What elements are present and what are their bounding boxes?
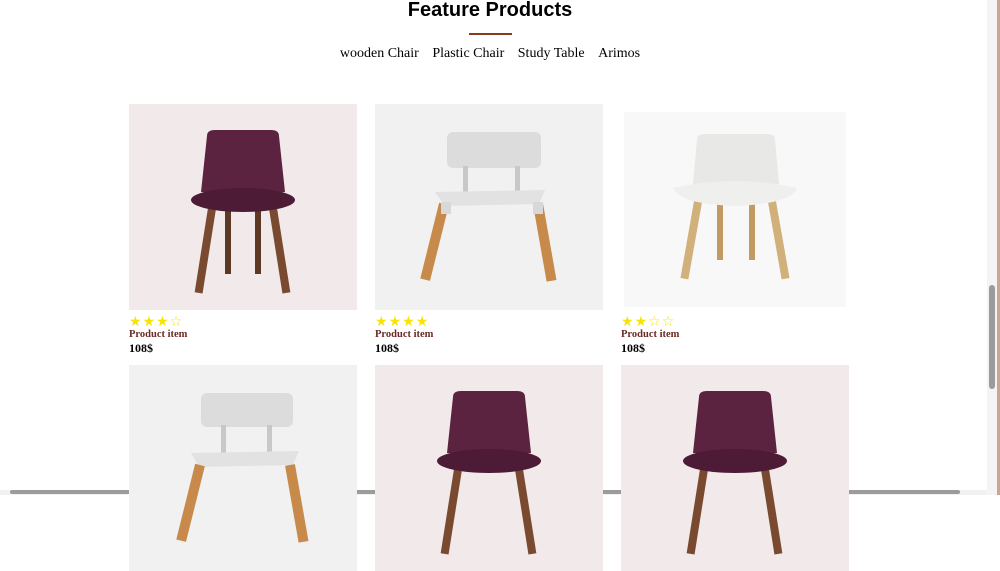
product-card[interactable] (621, 365, 849, 571)
product-card[interactable] (129, 365, 357, 571)
product-price: 108$ (375, 341, 399, 355)
tab-plastic-chair[interactable]: Plastic Chair (432, 46, 504, 61)
star-filled-icon: ★ (415, 314, 429, 330)
purple-upholstered-chair-icon (437, 391, 541, 555)
rating-stars: ★★★★ (375, 314, 603, 330)
star-filled-icon: ★ (129, 314, 142, 330)
star-empty-icon: ☆ (169, 314, 183, 330)
product-image[interactable] (621, 365, 849, 571)
product-price: 108$ (129, 341, 153, 355)
vertical-scrollbar-thumb[interactable] (989, 285, 995, 389)
star-filled-icon: ★ (402, 314, 415, 330)
vertical-scrollbar[interactable] (987, 0, 997, 495)
star-empty-icon: ☆ (661, 314, 675, 330)
product-name[interactable]: Product item (621, 329, 849, 340)
star-filled-icon: ★ (621, 314, 634, 330)
purple-upholstered-chair-icon (191, 130, 295, 294)
tab-study-table[interactable]: Study Table (518, 46, 585, 61)
product-image[interactable] (129, 365, 357, 571)
star-filled-icon: ★ (634, 314, 648, 330)
product-card[interactable]: ★★☆☆ Product item 108$ (621, 104, 849, 356)
product-name[interactable]: Product item (129, 329, 357, 340)
star-filled-icon: ★ (156, 314, 169, 330)
rating-stars: ★★☆☆ (621, 314, 849, 330)
white-wood-chair-icon (420, 132, 557, 282)
tab-wooden-chair[interactable]: wooden Chair (340, 46, 419, 61)
product-image[interactable] (375, 104, 603, 310)
star-filled-icon: ★ (388, 314, 402, 330)
product-image[interactable] (621, 104, 849, 310)
title-underline (469, 33, 512, 35)
product-image[interactable] (129, 104, 357, 310)
purple-upholstered-chair-icon (683, 391, 787, 555)
star-filled-icon: ★ (142, 314, 156, 330)
category-tabs: wooden Chair Plastic Chair Study Table A… (0, 46, 980, 62)
product-image[interactable] (375, 365, 603, 571)
section-title: Feature Products (407, 0, 573, 21)
star-empty-icon: ☆ (648, 314, 661, 330)
product-name[interactable]: Product item (375, 329, 603, 340)
star-filled-icon: ★ (375, 314, 388, 330)
tab-arimos[interactable]: Arimos (598, 46, 640, 61)
product-card[interactable]: ★★★★ Product item 108$ (375, 104, 603, 356)
white-wood-chair-icon (176, 393, 309, 543)
rating-stars: ★★★☆ (129, 314, 357, 330)
product-price: 108$ (621, 341, 645, 355)
product-card[interactable]: ★★★☆ Product item 108$ (129, 104, 357, 356)
white-shell-chair-icon (624, 112, 846, 307)
product-card[interactable] (375, 365, 603, 571)
